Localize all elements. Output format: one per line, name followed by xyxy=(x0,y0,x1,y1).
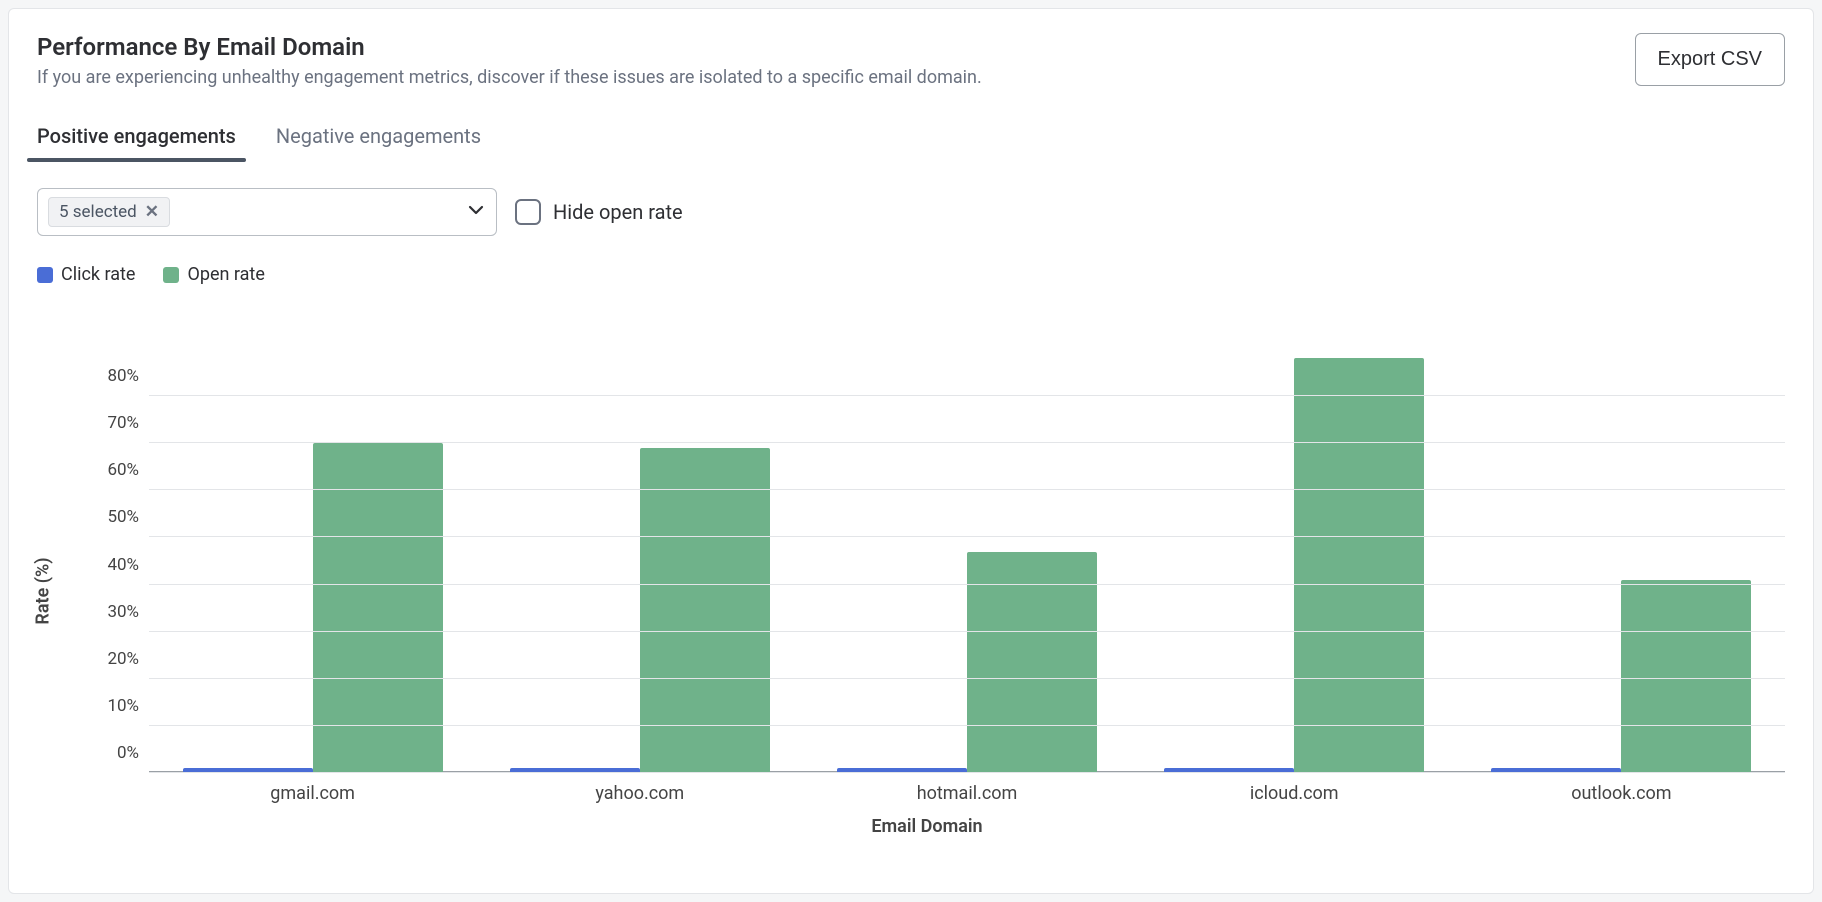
y-tick-label: 20% xyxy=(107,649,139,669)
gridline xyxy=(149,678,1785,679)
gridline xyxy=(149,631,1785,632)
swatch-click-icon xyxy=(37,267,53,283)
selected-chip-label: 5 selected xyxy=(59,202,137,222)
panel-subtitle: If you are experiencing unhealthy engage… xyxy=(37,67,982,88)
bar-group: hotmail.com xyxy=(803,349,1130,773)
gridline xyxy=(149,395,1785,396)
bar-group: yahoo.com xyxy=(476,349,803,773)
x-tick-label: yahoo.com xyxy=(595,783,684,804)
y-tick-label: 10% xyxy=(107,696,139,716)
tab-negative-engagements[interactable]: Negative engagements xyxy=(276,124,481,158)
x-tick-label: outlook.com xyxy=(1571,783,1671,804)
x-axis-label: Email Domain xyxy=(871,816,982,837)
y-tick-label: 30% xyxy=(107,602,139,622)
x-tick-label: icloud.com xyxy=(1250,783,1339,804)
bar-group: outlook.com xyxy=(1458,349,1785,773)
plot-region: gmail.comyahoo.comhotmail.comicloud.como… xyxy=(149,349,1785,773)
y-axis-label: Rate (%) xyxy=(33,557,54,624)
legend-open-rate: Open rate xyxy=(163,264,264,285)
chart-area: Rate (%) gmail.comyahoo.comhotmail.comic… xyxy=(69,349,1785,833)
hide-open-rate-label: Hide open rate xyxy=(553,200,683,224)
tabs: Positive engagements Negative engagement… xyxy=(37,124,1785,158)
clear-selection-icon[interactable]: ✕ xyxy=(145,202,159,222)
y-tick-label: 60% xyxy=(107,460,139,480)
export-csv-button[interactable]: Export CSV xyxy=(1635,33,1785,86)
swatch-open-icon xyxy=(163,267,179,283)
selected-chip[interactable]: 5 selected ✕ xyxy=(48,197,170,227)
performance-panel: Performance By Email Domain If you are e… xyxy=(8,8,1814,894)
y-tick-label: 70% xyxy=(107,413,139,433)
gridline xyxy=(149,725,1785,726)
bar-groups: gmail.comyahoo.comhotmail.comicloud.como… xyxy=(149,349,1785,773)
bar-group: icloud.com xyxy=(1131,349,1458,773)
y-tick-label: 40% xyxy=(107,555,139,575)
gridline xyxy=(149,489,1785,490)
y-tick-label: 50% xyxy=(107,507,139,527)
open-rate-bar xyxy=(967,552,1097,773)
open-rate-bar xyxy=(313,443,443,773)
bar-group: gmail.com xyxy=(149,349,476,773)
x-tick-label: gmail.com xyxy=(270,783,355,804)
hide-open-rate-toggle[interactable]: Hide open rate xyxy=(515,199,683,225)
legend-click-rate: Click rate xyxy=(37,264,135,285)
open-rate-bar xyxy=(1294,358,1424,773)
gridline xyxy=(149,442,1785,443)
gridline xyxy=(149,772,1785,773)
checkbox-icon[interactable] xyxy=(515,199,541,225)
open-rate-bar xyxy=(1621,580,1751,773)
gridline xyxy=(149,584,1785,585)
panel-title: Performance By Email Domain xyxy=(37,33,982,61)
legend-click-label: Click rate xyxy=(61,264,135,285)
legend-open-label: Open rate xyxy=(187,264,264,285)
y-tick-label: 0% xyxy=(117,743,139,763)
gridline xyxy=(149,536,1785,537)
domain-selector[interactable]: 5 selected ✕ xyxy=(37,188,497,236)
controls-row: 5 selected ✕ Hide open rate xyxy=(37,188,1785,236)
x-tick-label: hotmail.com xyxy=(917,783,1018,804)
y-tick-label: 80% xyxy=(107,366,139,386)
tab-positive-engagements[interactable]: Positive engagements xyxy=(37,124,236,158)
header-row: Performance By Email Domain If you are e… xyxy=(37,33,1785,88)
header-text: Performance By Email Domain If you are e… xyxy=(37,33,982,88)
chevron-down-icon xyxy=(466,200,486,224)
chart-legend: Click rate Open rate xyxy=(37,264,1785,285)
